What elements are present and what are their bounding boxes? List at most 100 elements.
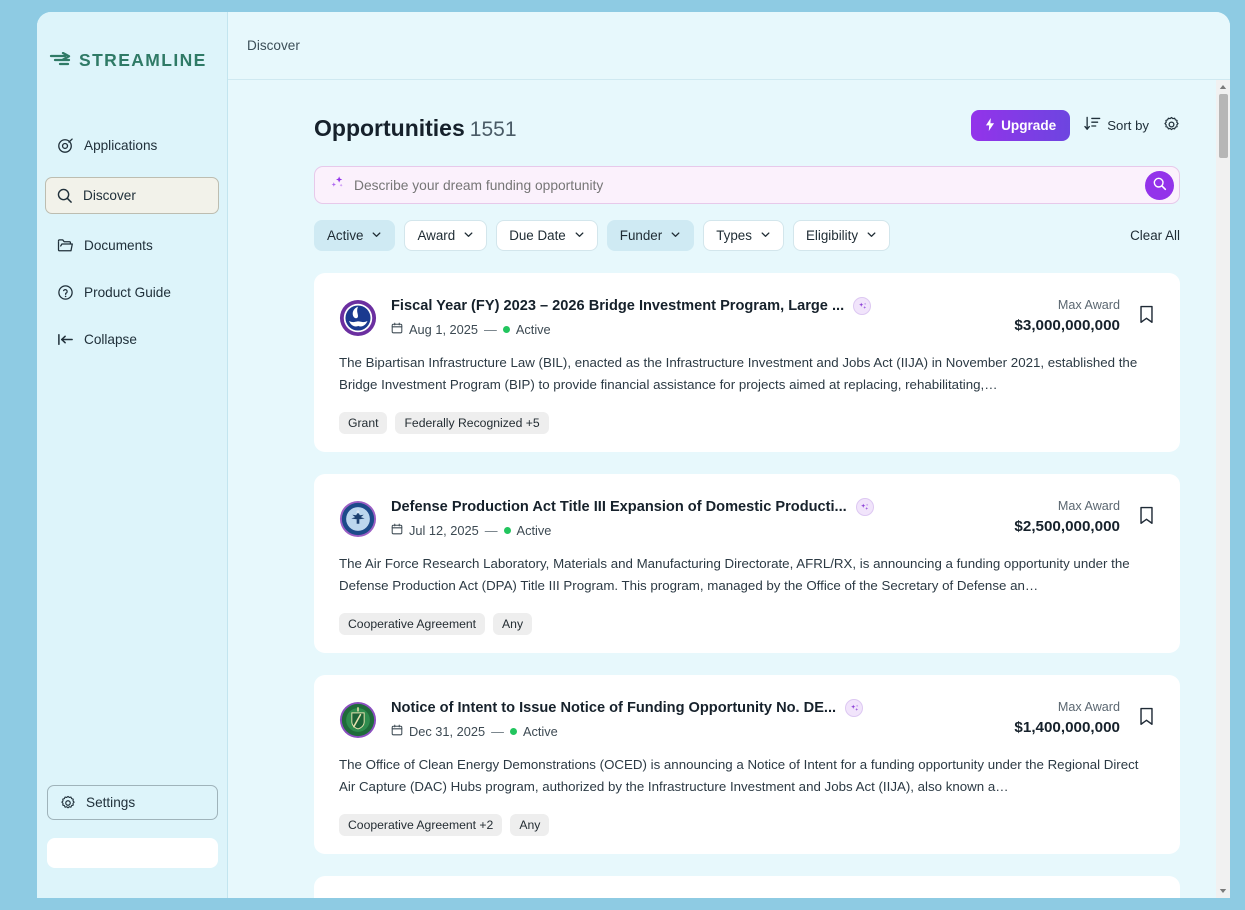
filter-chip-funder[interactable]: Funder — [606, 220, 695, 251]
opportunity-card[interactable]: Notice of Intent to Issue Notice of Fund… — [314, 675, 1180, 855]
status-dot-icon — [503, 527, 511, 535]
filter-chip-due-date[interactable]: Due Date — [496, 220, 598, 251]
card-title-row: Fiscal Year (FY) 2023 – 2026 Bridge Inve… — [391, 297, 1000, 315]
status-dot-icon — [509, 728, 517, 736]
calendar-icon — [391, 724, 403, 739]
scroll-thumb[interactable] — [1218, 94, 1228, 158]
sidebar-item-discover[interactable]: Discover — [45, 177, 219, 214]
search-input[interactable] — [354, 177, 1136, 193]
filter-label: Due Date — [509, 228, 566, 243]
lightning-bolt-icon — [985, 117, 995, 134]
scroll-down-arrow[interactable] — [1216, 884, 1230, 898]
clear-all-button[interactable]: Clear All — [1130, 228, 1180, 243]
bookmark-button[interactable] — [1138, 506, 1155, 525]
sidebar-item-label: Applications — [84, 138, 158, 153]
vertical-scrollbar[interactable] — [1216, 80, 1230, 898]
doe-seal-icon — [339, 701, 377, 739]
search-submit-button[interactable] — [1145, 170, 1174, 200]
header-actions: Upgrade Sort by — [971, 110, 1180, 141]
question-circle-icon — [57, 284, 74, 301]
collapse-left-icon — [57, 331, 74, 348]
chevron-down-icon — [866, 228, 877, 243]
sidebar-item-label: Discover — [83, 188, 136, 203]
scroll-area: Opportunities 1551 Upgrade Sort by Descr… — [228, 80, 1230, 898]
filter-chip-types[interactable]: Types — [703, 220, 784, 251]
scroll-up-arrow[interactable] — [1216, 80, 1230, 94]
card-title[interactable]: Notice of Intent to Issue Notice of Fund… — [391, 700, 836, 716]
card-award-block: Max Award $2,500,000,000 — [1014, 499, 1155, 535]
filter-chip-award[interactable]: Award — [404, 220, 488, 251]
opportunity-card[interactable]: Defense Production Act Title III Expansi… — [314, 474, 1180, 654]
sidebar-item-label: Product Guide — [84, 285, 171, 300]
meta-separator: — — [484, 322, 497, 337]
meta-separator: — — [484, 523, 498, 539]
calendar-icon — [391, 322, 403, 337]
page-title: Opportunities 1551 — [314, 117, 517, 141]
card-tag[interactable]: Grant — [339, 412, 388, 435]
opportunity-count: 1551 — [469, 118, 517, 141]
status-dot-icon — [502, 326, 510, 333]
sidebar-item-product-guide[interactable]: Product Guide — [47, 277, 217, 308]
card-description: The Air Force Research Laboratory, Mater… — [339, 556, 1130, 593]
gear-icon — [59, 794, 76, 811]
opportunity-list: Fiscal Year (FY) 2023 – 2026 Bridge Inve… — [314, 273, 1180, 898]
card-meta: Jul 12, 2025 — Active — [391, 523, 1000, 538]
meta-separator: — — [491, 724, 504, 740]
search-bar[interactable] — [314, 166, 1180, 204]
card-header: Defense Production Act Title III Expansi… — [339, 498, 1155, 538]
card-title-row: Defense Production Act Title III Expansi… — [391, 498, 1000, 517]
card-title[interactable]: Fiscal Year (FY) 2023 – 2026 Bridge Inve… — [391, 298, 844, 314]
award-label: Max Award — [1057, 499, 1120, 514]
filter-chip-active[interactable]: Active — [314, 220, 396, 251]
card-title[interactable]: Defense Production Act Title III Expansi… — [391, 499, 847, 515]
topbar: Discover — [228, 12, 1230, 80]
card-status: Active — [522, 724, 558, 740]
chevron-down-icon — [760, 228, 771, 243]
streamline-arrow-logo-icon — [49, 51, 71, 68]
sidebar: STREAMLINE Applications Discover Documen… — [37, 12, 228, 898]
filter-label: Award — [417, 228, 456, 243]
main-area: Discover Opportunities 1551 Upgrade Sort… — [228, 12, 1230, 898]
filter-chip-eligibility[interactable]: Eligibility — [792, 220, 891, 251]
search-icon — [56, 187, 73, 204]
chevron-down-icon — [371, 228, 382, 243]
card-tag[interactable]: Any — [510, 814, 550, 837]
card-tag[interactable]: Cooperative Agreement +2 — [339, 814, 503, 837]
sidebar-item-collapse[interactable]: Collapse — [47, 324, 217, 355]
filter-label: Active — [327, 228, 364, 243]
sidebar-item-applications[interactable]: Applications — [47, 130, 217, 161]
bookmark-button[interactable] — [1138, 707, 1155, 726]
card-date: Jul 12, 2025 — [409, 523, 479, 539]
search-icon — [1152, 176, 1167, 194]
view-settings-button[interactable] — [1163, 116, 1180, 136]
target-icon — [57, 137, 74, 154]
sidebar-item-documents[interactable]: Documents — [47, 230, 217, 261]
user-account-slot[interactable] — [47, 838, 218, 868]
upgrade-button[interactable]: Upgrade — [971, 110, 1071, 141]
opportunity-card[interactable]: Fiscal Year (FY) 2023 – 2026 Bridge Inve… — [314, 273, 1180, 453]
opportunity-card[interactable] — [314, 876, 1180, 898]
award-value: $2,500,000,000 — [1014, 518, 1120, 536]
card-title-block: Defense Production Act Title III Expansi… — [391, 498, 1000, 538]
settings-label: Settings — [86, 795, 136, 810]
sort-by-button[interactable]: Sort by — [1084, 116, 1149, 135]
dot-seal-icon — [339, 299, 377, 337]
ai-sparkle-icon[interactable] — [855, 498, 874, 517]
card-tags: Grant Federally Recognized +5 — [339, 412, 1155, 435]
bookmark-button[interactable] — [1138, 305, 1155, 324]
award-value: $1,400,000,000 — [1014, 719, 1120, 737]
settings-button[interactable]: Settings — [47, 785, 218, 820]
card-tag[interactable]: Federally Recognized +5 — [395, 412, 549, 435]
folder-icon — [57, 237, 74, 254]
sidebar-item-label: Collapse — [84, 332, 137, 347]
ai-sparkle-icon[interactable] — [845, 699, 864, 718]
brand[interactable]: STREAMLINE — [37, 42, 227, 78]
sidebar-bottom: Settings — [47, 785, 218, 868]
card-date: Dec 31, 2025 — [409, 724, 486, 740]
calendar-icon — [391, 523, 403, 538]
card-title-block: Fiscal Year (FY) 2023 – 2026 Bridge Inve… — [391, 297, 1000, 337]
award-value: $3,000,000,000 — [1014, 317, 1120, 334]
card-tag[interactable]: Cooperative Agreement — [339, 613, 486, 636]
ai-sparkle-icon[interactable] — [853, 297, 872, 315]
card-tag[interactable]: Any — [493, 613, 533, 636]
